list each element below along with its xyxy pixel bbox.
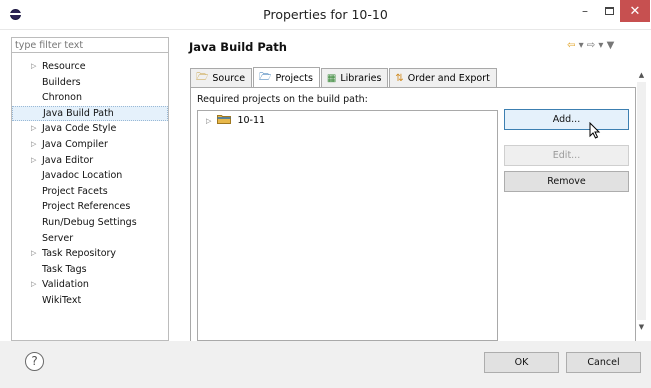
remove-button[interactable]: Remove (504, 171, 629, 192)
tree-item-label: Chronon (42, 92, 83, 104)
tree-item-label: Task Repository (42, 248, 117, 260)
tree-item[interactable]: Chronon (12, 90, 168, 106)
tree-item[interactable]: Project Facets (12, 184, 168, 200)
tab-label: Order and Export (407, 73, 490, 84)
expand-arrow-icon[interactable]: ▷ (31, 246, 36, 262)
tree-item[interactable]: ▷ Validation (12, 277, 168, 293)
tree-item-label: Resource (42, 61, 86, 72)
tree-item[interactable]: ▷ Resource (12, 59, 168, 75)
window-title: Properties for 10-10 (263, 7, 388, 22)
tree-item[interactable]: Project References (12, 199, 168, 215)
dialog-footer: ? OK Cancel (0, 341, 651, 388)
scroll-track[interactable] (637, 82, 646, 320)
required-projects-list[interactable]: ▷ 10-11 (197, 110, 498, 341)
tree-item[interactable]: Builders (12, 75, 168, 91)
tree-item[interactable]: ▷ Java Code Style (12, 121, 168, 137)
tab-label: Projects (275, 72, 313, 84)
tab-label: Libraries (340, 73, 382, 84)
cancel-button[interactable]: Cancel (566, 352, 641, 373)
tree-item-label: Java Build Path (43, 107, 114, 119)
cancel-button-label: Cancel (587, 357, 620, 368)
tree-item-label: WikiText (42, 294, 82, 306)
order-export-icon: ⇅ (395, 73, 404, 84)
property-nav-panel: ▷ Resource Builders Chronon Java Build Path ▷… (11, 37, 169, 341)
tree-item-label: Java Compiler (42, 138, 108, 150)
tree-item-label: Project Facets (42, 185, 108, 197)
expand-arrow-icon[interactable]: ▷ (31, 59, 36, 75)
expand-arrow-icon[interactable]: ▷ (31, 277, 36, 293)
tree-item[interactable]: WikiText (12, 293, 168, 309)
mouse-cursor-icon (589, 122, 601, 139)
tree-item[interactable]: Java Build Path (12, 105, 168, 122)
tree-item-label: Project References (42, 201, 131, 213)
tab-label: Source (212, 73, 246, 84)
ok-button[interactable]: OK (484, 352, 559, 373)
tree-item[interactable]: Run/Debug Settings (12, 215, 168, 231)
tree-item[interactable]: Task Tags (12, 262, 168, 278)
vertical-scrollbar[interactable]: ▲ ▼ (636, 70, 647, 333)
help-icon[interactable]: ? (25, 352, 44, 371)
tree-item-label: Builders (42, 76, 81, 88)
tree-item[interactable]: ▷ Java Editor (12, 153, 168, 169)
maximize-button[interactable] (598, 0, 620, 22)
libraries-icon: ▦ (326, 73, 337, 84)
list-item[interactable]: ▷ 10-11 (206, 113, 265, 126)
tab-source[interactable]: 🗁 Source (190, 68, 253, 88)
edit-button-label: Edit... (552, 150, 581, 161)
property-tree: ▷ Resource Builders Chronon Java Build Path ▷… (12, 59, 168, 309)
tree-item[interactable]: Javadoc Location (12, 168, 168, 184)
expand-arrow-icon[interactable]: ▷ (31, 153, 36, 169)
tab-order-export[interactable]: ⇅ Order and Export (389, 68, 497, 88)
filter-input[interactable] (12, 38, 168, 53)
required-projects-label: Required projects on the build path: (197, 94, 368, 105)
close-button[interactable]: ✕ (620, 0, 650, 22)
ok-button-label: OK (514, 357, 529, 368)
view-menu-icon[interactable]: ▼ (607, 40, 615, 51)
tree-item-label: Task Tags (42, 263, 87, 275)
page-title: Java Build Path (189, 40, 287, 54)
scroll-down-icon[interactable]: ▼ (636, 322, 647, 333)
maximize-icon (604, 7, 614, 15)
tab-projects[interactable]: 🗁 Projects (253, 67, 320, 88)
source-folder-icon: 🗁 (196, 72, 209, 83)
project-folder-icon: 🗁 (259, 71, 272, 83)
expand-arrow-icon[interactable]: ▷ (206, 117, 211, 125)
tree-item[interactable]: ▷ Task Repository (12, 246, 168, 262)
tree-item[interactable]: ▷ Java Compiler (12, 137, 168, 153)
tab-libraries[interactable]: ▦ Libraries (320, 68, 389, 88)
project-label: 10-11 (237, 115, 266, 126)
build-path-tabs: 🗁 Source 🗁 Projects ▦ Libraries ⇅ Order … (190, 67, 498, 88)
history-nav: ⇦ ▾ ⇨ ▾ ▼ (567, 40, 614, 51)
tree-item-label: Validation (42, 279, 89, 291)
title-bar: Properties for 10-10 – ✕ (0, 0, 651, 30)
expand-arrow-icon[interactable]: ▷ (31, 137, 36, 153)
minimize-button[interactable]: – (572, 0, 598, 22)
forward-dropdown-icon[interactable]: ▾ (595, 40, 606, 51)
expand-arrow-icon[interactable]: ▷ (31, 121, 36, 137)
tree-item-label: Javadoc Location (42, 170, 123, 182)
add-button-label: Add... (552, 114, 581, 125)
tree-item-label: Java Editor (42, 154, 94, 166)
remove-button-label: Remove (547, 176, 586, 187)
scroll-up-icon[interactable]: ▲ (636, 70, 647, 81)
project-folder-icon (217, 115, 232, 124)
back-dropdown-icon[interactable]: ▾ (575, 40, 586, 51)
tree-item-label: Run/Debug Settings (42, 216, 137, 228)
forward-arrow-icon[interactable]: ⇨ (587, 40, 595, 51)
tree-item-label: Java Code Style (42, 123, 117, 135)
add-button[interactable]: Add... (504, 109, 629, 130)
tree-item[interactable]: Server (12, 231, 168, 247)
edit-button[interactable]: Edit... (504, 145, 629, 166)
tree-item-label: Server (42, 232, 74, 244)
